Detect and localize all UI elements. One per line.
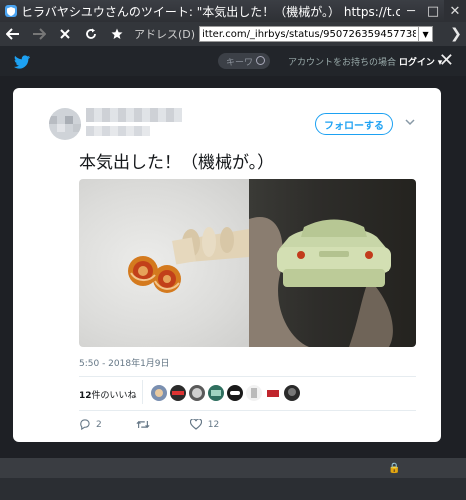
- follow-button[interactable]: フォローする: [315, 113, 393, 135]
- window-title: ヒラバヤシユウさんのツイート: "本気出した！（機械が。） https://t.…: [21, 4, 400, 19]
- liker-avatar[interactable]: [265, 385, 281, 401]
- lock-icon: 🔒: [388, 463, 401, 474]
- heart-icon: [189, 419, 202, 430]
- liker-avatar[interactable]: [246, 385, 262, 401]
- reply-button[interactable]: 2: [79, 419, 102, 430]
- search-placeholder: キーワ: [226, 57, 254, 68]
- divider: [79, 410, 416, 411]
- window-title-bar: ヒラバヤシユウさんのツイート: "本気出した！（機械が。） https://t.…: [0, 0, 466, 22]
- account-prefix: アカウントをお持ちの場合: [288, 58, 397, 68]
- user-handle-blurred[interactable]: [86, 126, 150, 136]
- taskbar-area: [0, 478, 466, 500]
- photo-parts-closeup[interactable]: [79, 179, 249, 347]
- forward-icon[interactable]: [26, 22, 52, 46]
- close-window-button[interactable]: ✕: [444, 0, 466, 22]
- tweet-media[interactable]: [79, 179, 416, 347]
- retweet-icon: [136, 421, 150, 428]
- twitter-header: キーワ アカウントをお持ちの場合 ログイン ▾: [0, 46, 466, 76]
- browser-toolbar: アドレス(D) ▼ ❯: [0, 22, 466, 46]
- user-name-blurred[interactable]: [86, 108, 182, 122]
- search-input[interactable]: キーワ: [218, 53, 270, 69]
- account-prompt: アカウントをお持ちの場合 ログイン ▾: [288, 55, 442, 68]
- minimize-button[interactable]: ─: [400, 0, 422, 22]
- liker-avatar[interactable]: [151, 385, 167, 401]
- likes-summary[interactable]: 12件のいいね: [79, 388, 137, 401]
- reply-count: 2: [96, 419, 102, 430]
- dropdown-icon[interactable]: ▼: [419, 26, 434, 42]
- liker-avatars: [151, 385, 300, 401]
- maximize-button[interactable]: □: [422, 0, 444, 22]
- liker-avatar[interactable]: [208, 385, 224, 401]
- liker-avatar[interactable]: [227, 385, 243, 401]
- avatar[interactable]: [49, 108, 81, 140]
- search-icon: [256, 56, 265, 65]
- liker-avatar[interactable]: [284, 385, 300, 401]
- caret-down-icon[interactable]: [405, 116, 415, 129]
- forward-chevron-icon[interactable]: ❯: [446, 26, 466, 42]
- favorites-star-icon[interactable]: [104, 22, 130, 46]
- likes-count: 12: [79, 391, 92, 401]
- photo-model-car[interactable]: [249, 179, 416, 347]
- address-input[interactable]: [199, 26, 420, 42]
- tweet-actions: 2 12: [79, 419, 253, 430]
- refresh-icon[interactable]: [78, 22, 104, 46]
- tweet-timestamp[interactable]: 5:50 - 2018年1月9日: [79, 356, 170, 369]
- reply-icon: [80, 419, 90, 430]
- liker-avatar[interactable]: [170, 385, 186, 401]
- like-count: 12: [207, 419, 220, 430]
- divider: [79, 376, 416, 377]
- twitter-bird-icon[interactable]: [14, 54, 30, 69]
- shield-icon: [5, 5, 17, 17]
- liker-avatar[interactable]: [189, 385, 205, 401]
- like-button[interactable]: 12: [189, 419, 220, 430]
- likes-suffix: 件のいいね: [91, 391, 137, 401]
- stop-icon[interactable]: [52, 22, 78, 46]
- back-icon[interactable]: [0, 22, 26, 46]
- login-link[interactable]: ログイン: [399, 58, 435, 68]
- retweet-button[interactable]: [136, 419, 156, 430]
- address-label: アドレス(D): [134, 28, 196, 41]
- tweet-card: フォローする 本気出した！（機械が。） 5:50 - 2018年1月9日 12件…: [13, 88, 441, 442]
- divider: [142, 380, 143, 404]
- close-icon[interactable]: ✕: [439, 50, 454, 71]
- tweet-text: 本気出した！（機械が。）: [79, 153, 275, 173]
